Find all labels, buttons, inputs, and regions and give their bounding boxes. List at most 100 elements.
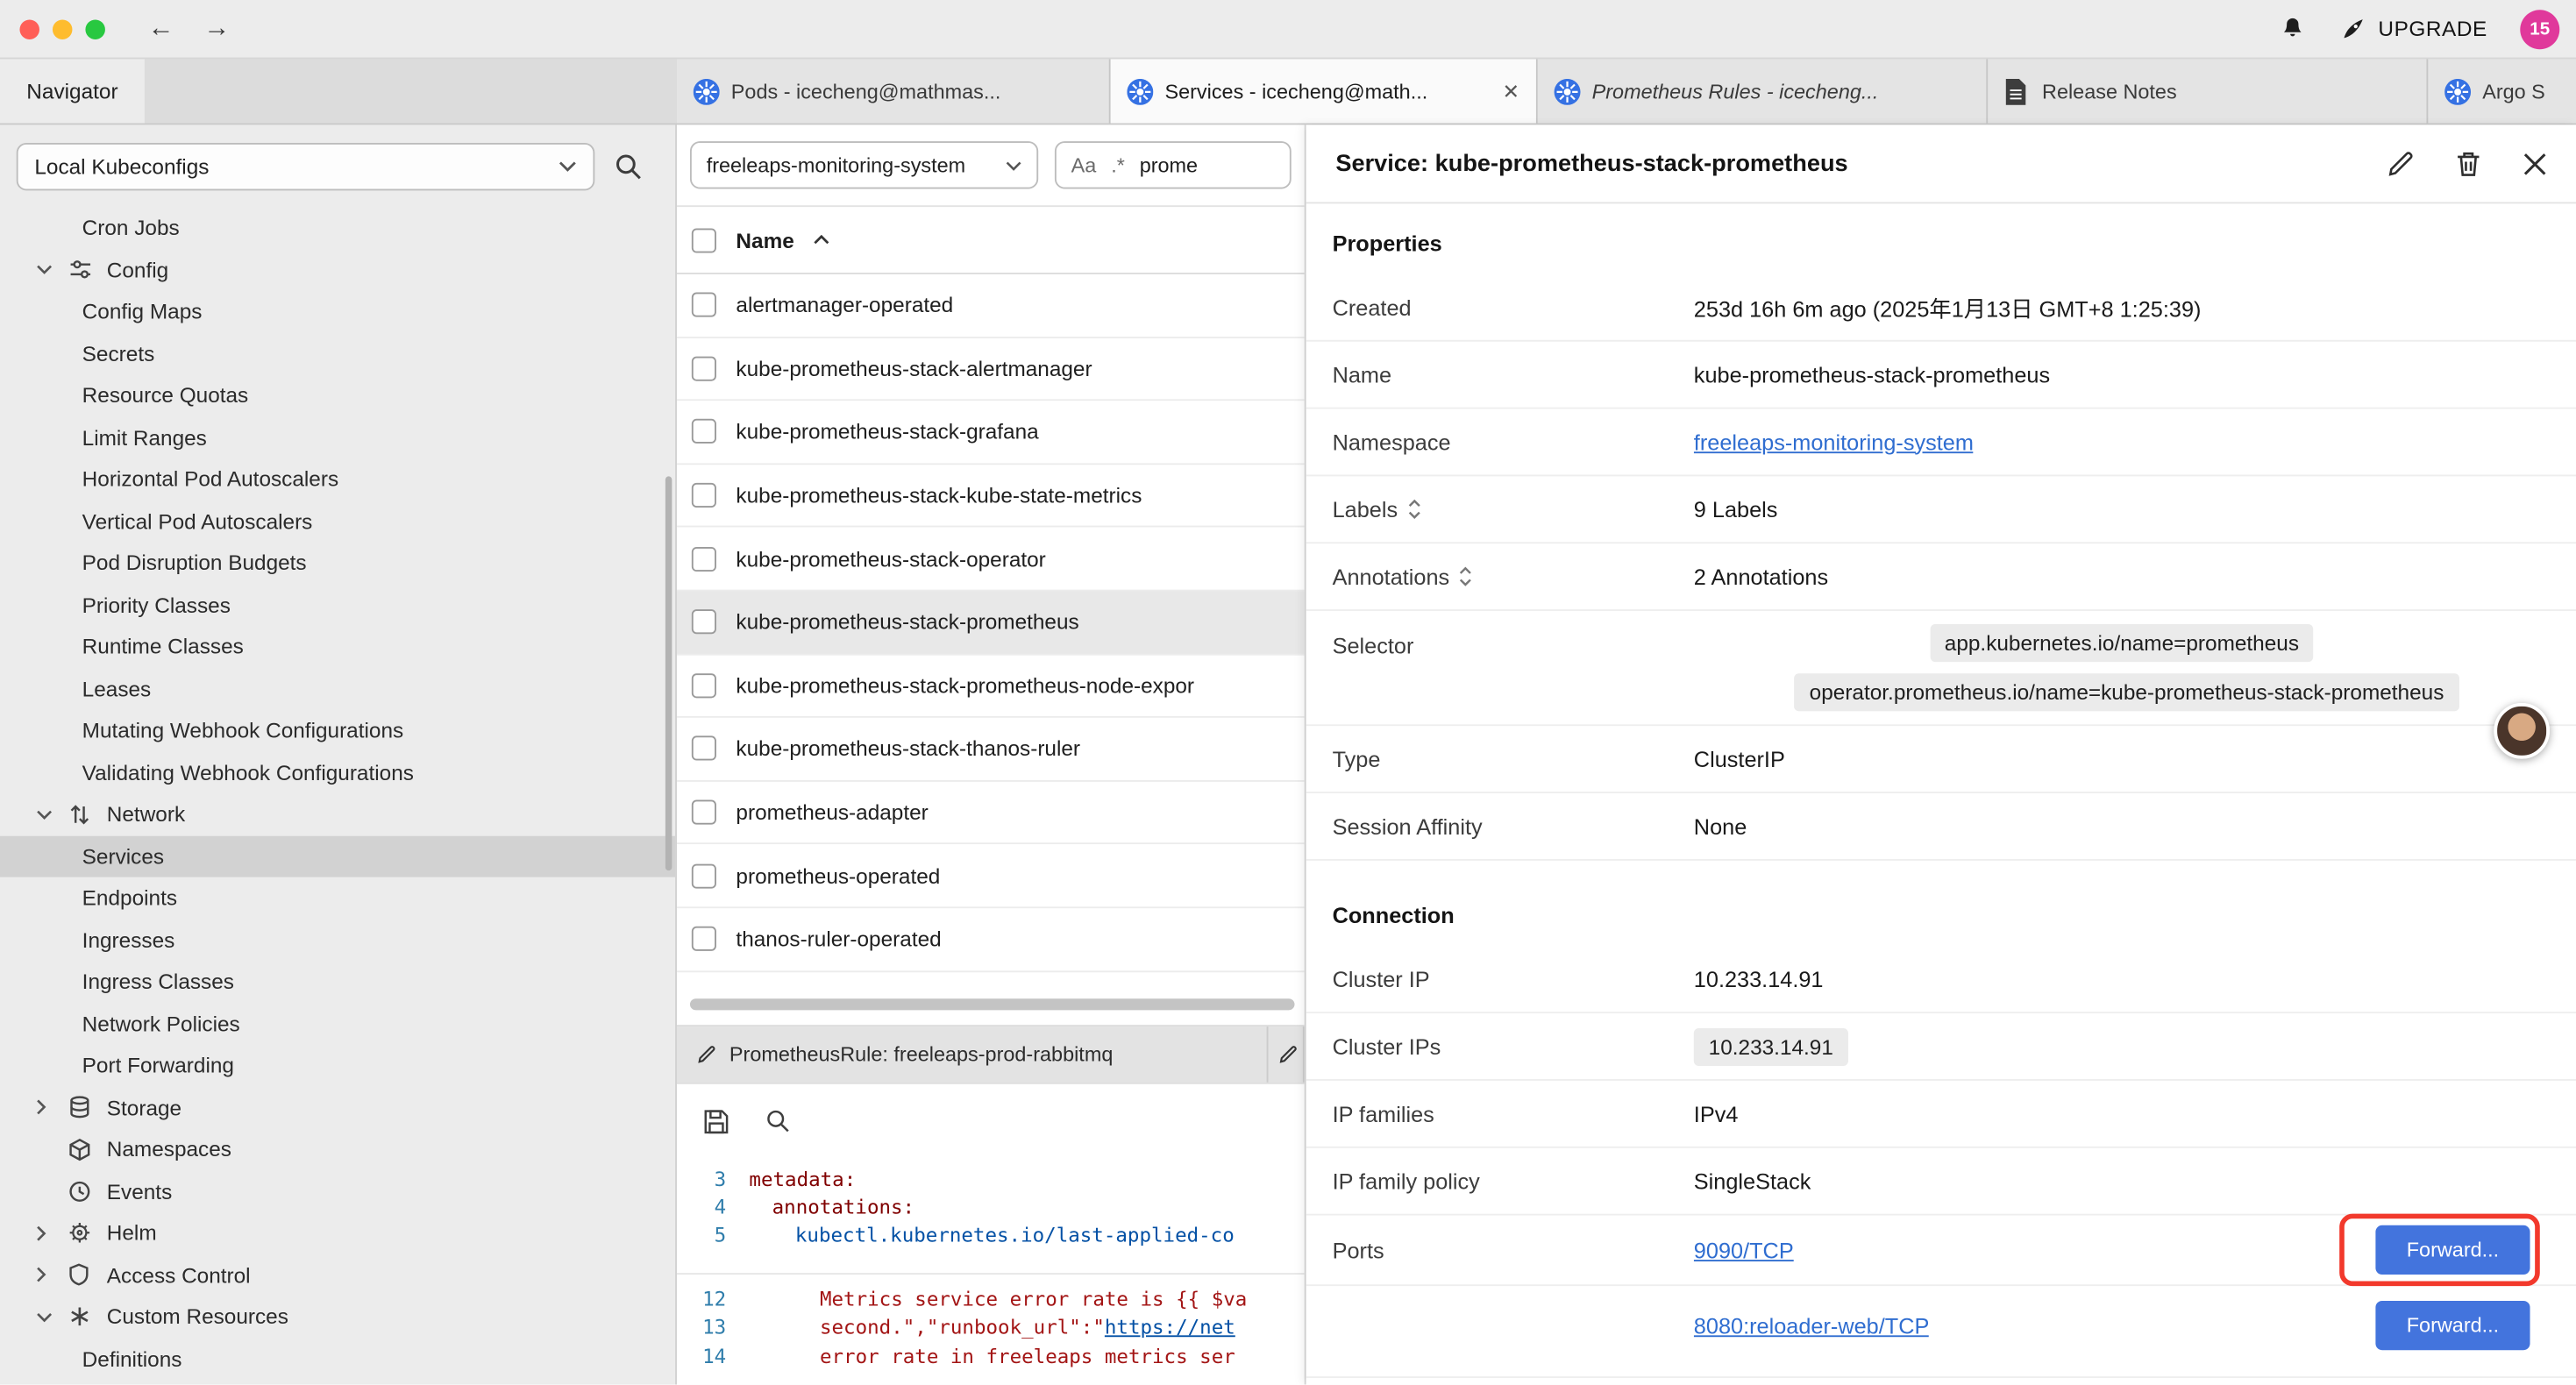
sidebar-item-cron-jobs[interactable]: Cron Jobs [0,207,675,249]
sidebar-item-namespaces[interactable]: Namespaces [0,1128,675,1170]
chevron-right-icon[interactable] [36,1099,59,1116]
sidebar-item-helm[interactable]: Helm [0,1212,675,1254]
table-row[interactable]: thanos-ruler-operated [677,908,1305,971]
sidebar-item-vertical-pod-autoscalers[interactable]: Vertical Pod Autoscalers [0,501,675,543]
tab-release-notes[interactable]: Release Notes [1988,59,2428,123]
sidebar-item-runtime-classes[interactable]: Runtime Classes [0,626,675,668]
delete-trash-icon[interactable] [2456,150,2480,176]
table-row[interactable]: prometheus-adapter [677,781,1305,844]
row-checkbox[interactable] [692,356,716,380]
sidebar-search-icon[interactable] [615,152,643,180]
close-tab-icon[interactable]: ✕ [1503,79,1520,103]
user-avatar[interactable] [2494,703,2550,759]
sidebar-item-horizontal-pod-autoscalers[interactable]: Horizontal Pod Autoscalers [0,458,675,501]
zoom-window-button[interactable] [85,19,104,39]
sidebar-item-validating-webhook-configurations[interactable]: Validating Webhook Configurations [0,751,675,793]
port-link[interactable]: 9090/TCP [1694,1238,1794,1262]
selector-chip[interactable]: operator.prometheus.io/name=kube-prometh… [1795,673,2459,711]
sidebar-item-events[interactable]: Events [0,1170,675,1212]
chevron-right-icon[interactable] [36,1225,59,1241]
row-checkbox[interactable] [692,293,716,317]
close-panel-icon[interactable] [2523,152,2546,174]
navigator-panel-tab[interactable]: Navigator [0,59,145,123]
chevron-down-icon[interactable] [36,265,59,274]
editor-search-icon[interactable] [765,1109,790,1133]
select-all-checkbox[interactable] [692,228,716,252]
cluster-ip-chip[interactable]: 10.233.14.91 [1694,1027,1848,1065]
sidebar-item-ingress-classes[interactable]: Ingress Classes [0,961,675,1003]
sidebar-item-leases[interactable]: Leases [0,668,675,710]
sidebar-item-definitions[interactable]: Definitions [0,1338,675,1380]
editor-tab-prometheus-rule[interactable]: PrometheusRule: freeleaps-prod-rabbitmq [677,1026,1269,1082]
notifications-bell-icon[interactable] [2278,15,2306,43]
forward-icon[interactable]: → [203,14,230,44]
row-checkbox[interactable] [692,863,716,888]
sidebar-item-priority-classes[interactable]: Priority Classes [0,584,675,626]
row-checkbox[interactable] [692,546,716,571]
row-checkbox[interactable] [692,420,716,444]
sidebar-item-services[interactable]: Services [0,835,675,877]
table-row[interactable]: alertmanager-operated [677,274,1305,337]
save-icon[interactable] [703,1108,729,1134]
sidebar-item-limit-ranges[interactable]: Limit Ranges [0,416,675,458]
port-link[interactable]: 8080:reloader-web/TCP [1694,1313,1930,1338]
selector-chip[interactable]: app.kubernetes.io/name=prometheus [1930,624,2314,662]
row-checkbox[interactable] [692,736,716,761]
regex-toggle[interactable]: .* [1111,153,1125,176]
back-icon[interactable]: ← [148,14,174,44]
name-column-header[interactable]: Name [736,228,793,252]
sidebar-item-secrets[interactable]: Secrets [0,332,675,374]
table-row[interactable]: kube-prometheus-stack-kube-state-metrics [677,465,1305,528]
yaml-editor[interactable]: 3metadata: 4annotations: 5kubectl.kubern… [677,1159,1305,1385]
sidebar-item-pod-disruption-budgets[interactable]: Pod Disruption Budgets [0,542,675,584]
chevron-down-icon[interactable] [36,809,59,819]
sidebar-item-network-policies[interactable]: Network Policies [0,1003,675,1045]
row-checkbox[interactable] [692,800,716,825]
sidebar-item-config[interactable]: Config [0,249,675,291]
namespace-filter-dropdown[interactable]: freeleaps-monitoring-system [690,141,1038,188]
close-window-button[interactable] [19,19,39,39]
namespace-link[interactable]: freeleaps-monitoring-system [1694,430,1974,454]
tab-services[interactable]: Services - icecheng@math... ✕ [1111,59,1538,123]
port-forward-button[interactable]: Forward... [2375,1301,2530,1350]
sidebar-scrollbar[interactable] [665,476,672,870]
tab-pods[interactable]: Pods - icecheng@mathmas... [677,59,1111,123]
sort-ascending-icon[interactable] [814,235,830,245]
sidebar-item-network[interactable]: Network [0,793,675,835]
upgrade-button[interactable]: UPGRADE [2338,15,2487,43]
table-search-input[interactable]: Aa .* prome [1055,141,1292,188]
table-row[interactable]: prometheus-operated [677,845,1305,908]
edit-pencil-icon[interactable] [2387,150,2414,176]
row-checkbox[interactable] [692,673,716,698]
sidebar-item-endpoints[interactable]: Endpoints [0,877,675,920]
kubeconfig-selector[interactable]: Local Kubeconfigs [17,142,595,189]
sidebar-item-port-forwarding[interactable]: Port Forwarding [0,1045,675,1087]
row-checkbox[interactable] [692,927,716,951]
row-checkbox[interactable] [692,483,716,508]
table-row[interactable]: kube-prometheus-stack-thanos-ruler [677,718,1305,781]
notification-count-badge[interactable]: 15 [2520,9,2559,48]
sidebar-item-mutating-webhook-configurations[interactable]: Mutating Webhook Configurations [0,709,675,751]
expand-collapse-icon[interactable] [1459,566,1472,586]
chevron-right-icon[interactable] [36,1267,59,1283]
expand-collapse-icon[interactable] [1407,500,1420,519]
editor-tab-partial[interactable] [1269,1026,1305,1082]
minimize-window-button[interactable] [53,19,72,39]
sidebar-item-resource-quotas[interactable]: Resource Quotas [0,374,675,416]
table-row[interactable]: kube-prometheus-stack-operator [677,528,1305,591]
sidebar-item-storage[interactable]: Storage [0,1086,675,1128]
sidebar-item-access-control[interactable]: Access Control [0,1254,675,1296]
chevron-down-icon[interactable] [36,1312,59,1322]
row-checkbox[interactable] [692,610,716,635]
table-row[interactable]: kube-prometheus-stack-prometheus-node-ex… [677,655,1305,718]
port-forward-button[interactable]: Forward... [2375,1225,2530,1275]
match-case-toggle[interactable]: Aa [1071,153,1097,176]
sidebar-item-config-maps[interactable]: Config Maps [0,291,675,333]
tab-prometheus-rules[interactable]: Prometheus Rules - icecheng... [1538,59,1988,123]
table-row[interactable]: kube-prometheus-stack-grafana [677,401,1305,465]
sidebar-item-custom-resources[interactable]: Custom Resources [0,1296,675,1338]
table-row-selected[interactable]: kube-prometheus-stack-prometheus [677,591,1305,654]
tab-argo[interactable]: Argo S [2428,59,2576,123]
table-row[interactable]: kube-prometheus-stack-alertmanager [677,337,1305,401]
table-horizontal-scrollbar[interactable] [677,971,1305,1024]
